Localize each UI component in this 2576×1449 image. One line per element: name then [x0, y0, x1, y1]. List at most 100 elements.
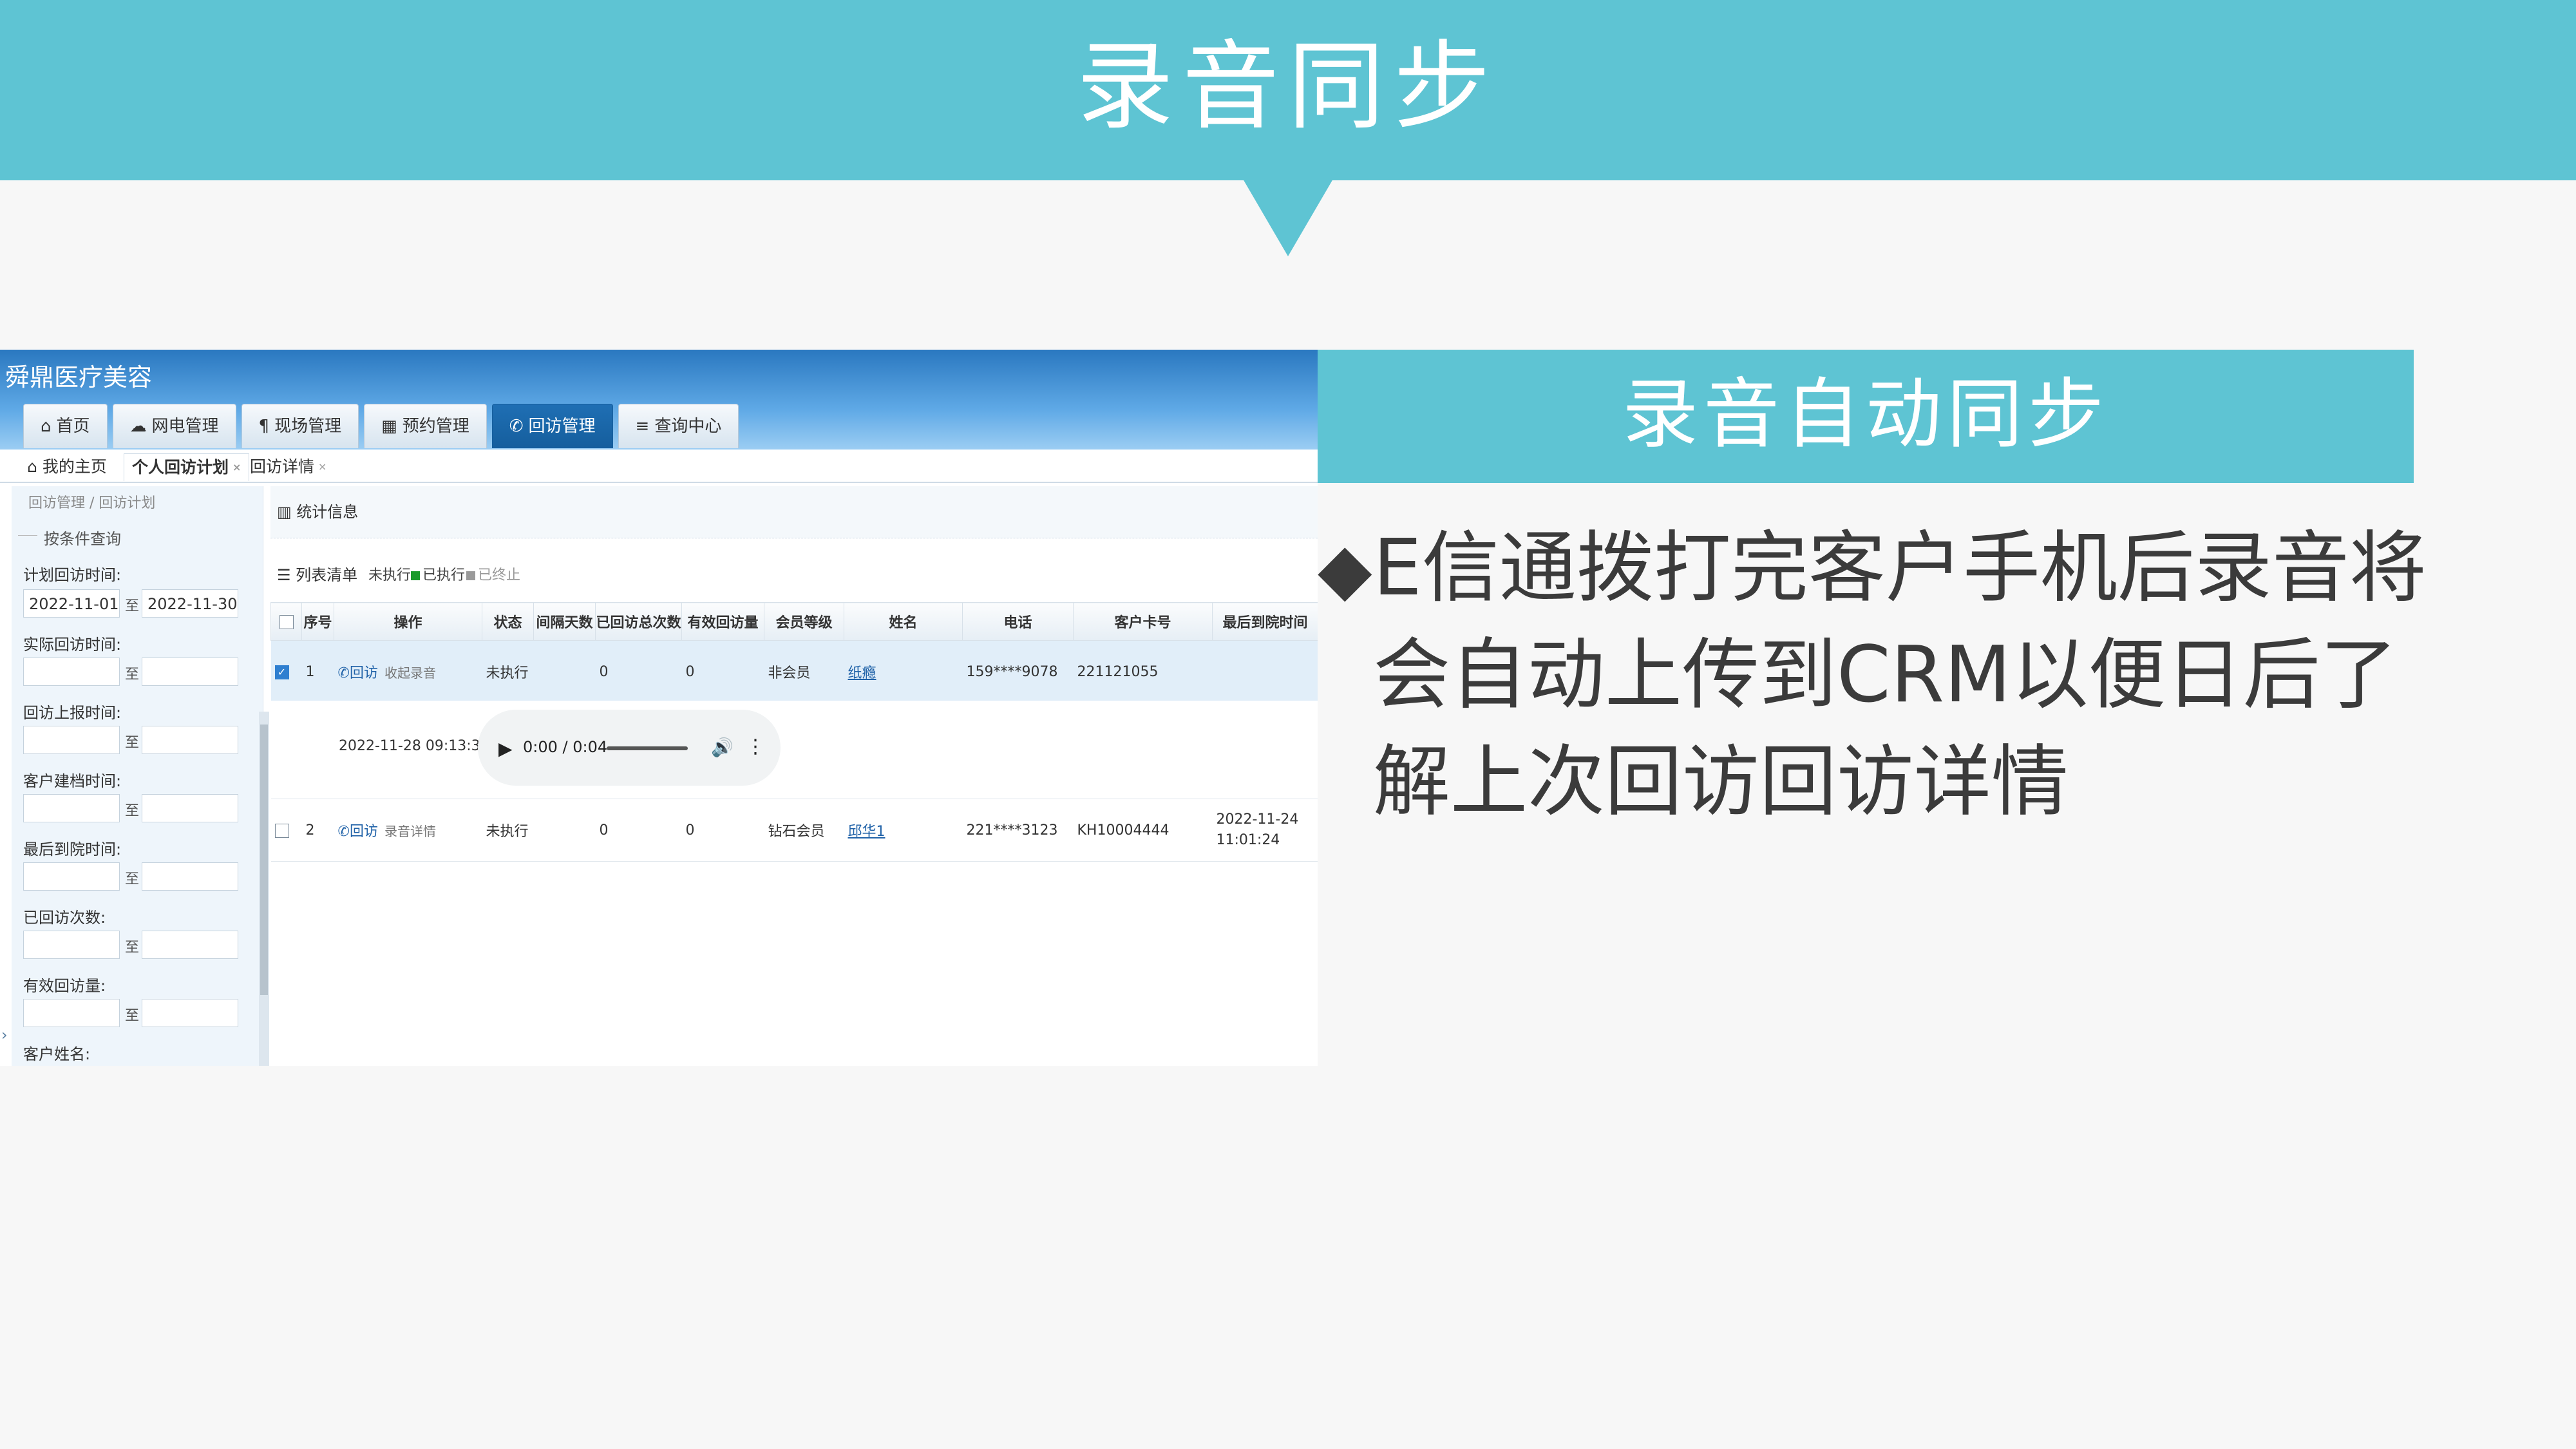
- nav-tab-query[interactable]: ≡ 查询中心: [618, 404, 739, 448]
- legend-swatch: [466, 571, 475, 580]
- cell-no: 2: [301, 799, 334, 862]
- filter-legend: 按条件查询: [44, 530, 121, 548]
- action-label: 回访: [349, 824, 378, 840]
- stats-text: 统计信息: [296, 503, 359, 521]
- filter-panel: 回访管理 / 回访计划 按条件查询 计划回访时间: 2022-11-01 至 2…: [12, 486, 269, 1066]
- recording-detail-link[interactable]: 录音详情: [384, 824, 436, 839]
- legend-label: 未执行: [368, 567, 412, 583]
- cell-last-visit: [1212, 640, 1318, 703]
- followup-link[interactable]: ✆回访: [338, 665, 378, 681]
- to-label: 至: [125, 598, 140, 614]
- cell-card: 221121055: [1073, 640, 1213, 703]
- col-header[interactable]: 已回访总次数: [595, 602, 682, 641]
- to-label: 至: [125, 1008, 140, 1024]
- col-header[interactable]: 电话: [962, 602, 1074, 641]
- subtab-home[interactable]: ⌂ 我的主页: [19, 453, 115, 480]
- grid-icon: ▦: [381, 417, 397, 436]
- create-date-from[interactable]: [23, 794, 120, 822]
- nav-tab-label: 回访管理: [528, 417, 596, 436]
- valid-count-from[interactable]: [23, 999, 120, 1027]
- valid-count-to[interactable]: [142, 999, 238, 1027]
- recording-time: 2022-11-28 09:13:39: [339, 738, 489, 754]
- col-header[interactable]: 序号: [301, 602, 334, 641]
- stats-label[interactable]: ▥ 统计信息: [277, 499, 358, 522]
- col-header[interactable]: 客户卡号: [1073, 602, 1213, 641]
- nav-tab-followup[interactable]: ✆ 回访管理: [491, 404, 613, 448]
- cell-no: 1: [301, 640, 334, 703]
- stats-bar: ▥ 统计信息: [270, 486, 1318, 538]
- table-row[interactable]: 2 ✆回访 录音详情 未执行 0 0 钻石会员 邱华1 221****3123 K…: [270, 799, 1318, 862]
- field-label: 实际回访时间:: [23, 636, 122, 654]
- last-visit-from[interactable]: [23, 862, 120, 891]
- nav-tab-appointment[interactable]: ▦ 预约管理: [364, 404, 487, 448]
- close-icon[interactable]: ×: [318, 460, 327, 473]
- title-pointer: [1243, 179, 1333, 256]
- select-all-cell[interactable]: [270, 602, 302, 641]
- col-header[interactable]: 间隔天数: [533, 602, 596, 641]
- legend-swatch: [411, 571, 420, 580]
- scrollbar[interactable]: [259, 712, 269, 1066]
- nav-tab-label: 现场管理: [274, 417, 342, 436]
- cell-name: 邱华1: [844, 799, 963, 862]
- actual-date-from[interactable]: [23, 658, 120, 686]
- app-header: 舜鼎医疗美容 ⌂ 首页 ☁ 网电管理 ¶ 现场管理 ▦ 预约管理 ✆ 回访管理 ≡ 查询中心: [0, 350, 1318, 450]
- subtitle: 录音自动同步: [1622, 370, 2109, 459]
- collapse-icon[interactable]: ›: [1, 1026, 8, 1044]
- report-date-from[interactable]: [23, 726, 120, 754]
- col-header[interactable]: 会员等级: [764, 602, 844, 641]
- audio-player[interactable]: ▶ 0:00 / 0:04 🔊 ⋮: [478, 710, 781, 786]
- recording-row: 2022-11-28 09:13:39 ▶ 0:00 / 0:04 🔊 ⋮: [270, 701, 1318, 796]
- create-date-to[interactable]: [142, 794, 238, 822]
- description: ◆ E信通拨打完客户手机后录音将 会自动上传到CRM以便日后了 解上次回访回访详…: [1318, 515, 2427, 836]
- customer-name-link[interactable]: 纸瘾: [848, 665, 876, 681]
- home-icon: ⌂: [41, 417, 52, 436]
- action-label: 回访: [349, 665, 378, 681]
- database-icon: ≡: [635, 417, 650, 436]
- table-row[interactable]: ✓ 1 ✆回访 收起录音 未执行 0 0 非会员 纸瘾 159****9078 2…: [270, 640, 1318, 703]
- col-header[interactable]: 状态: [482, 602, 534, 641]
- cell-action: ✆回访 收起录音: [334, 640, 482, 703]
- plan-date-to[interactable]: 2022-11-30: [142, 589, 238, 618]
- customer-name-link[interactable]: 邱华1: [848, 824, 886, 840]
- volume-icon[interactable]: 🔊: [711, 737, 734, 758]
- cell-phone: 221****3123: [962, 799, 1074, 862]
- row-select-cell[interactable]: ✓: [270, 640, 302, 703]
- row-select-cell[interactable]: [270, 799, 302, 862]
- pilcrow-icon: ¶: [258, 417, 270, 436]
- nav-tab-onsite[interactable]: ¶ 现场管理: [241, 404, 359, 448]
- actual-date-to[interactable]: [142, 658, 238, 686]
- nav-tab-home[interactable]: ⌂ 首页: [23, 404, 108, 448]
- col-header[interactable]: 操作: [334, 602, 482, 641]
- nav-tab-online[interactable]: ☁ 网电管理: [112, 404, 236, 448]
- col-header[interactable]: 有效回访量: [681, 602, 764, 641]
- main-content: ▥ 统计信息 ☰ 列表清单 未执行 已执行 已终止 序号 操作 状态 间隔天数: [270, 486, 1318, 1066]
- subtab-label: 个人回访计划: [132, 458, 229, 477]
- close-icon[interactable]: ×: [232, 461, 241, 473]
- play-icon[interactable]: ▶: [498, 738, 513, 759]
- report-date-to[interactable]: [142, 726, 238, 754]
- nav-tab-label: 网电管理: [151, 417, 219, 436]
- last-visit-to[interactable]: [142, 862, 238, 891]
- description-line: E信通拨打完客户手机后录音将: [1373, 524, 2427, 613]
- collapse-recording-link[interactable]: 收起录音: [384, 665, 436, 681]
- legend-pending: 未执行: [368, 564, 411, 584]
- row-checkbox[interactable]: ✓: [274, 665, 289, 679]
- col-header[interactable]: 姓名: [844, 602, 963, 641]
- followup-link[interactable]: ✆回访: [338, 824, 378, 840]
- plan-date-from[interactable]: 2022-11-01: [23, 589, 120, 618]
- col-header[interactable]: 最后到院时间: [1212, 602, 1318, 641]
- cell-total: 0: [595, 799, 682, 862]
- visit-count-from[interactable]: [23, 931, 120, 959]
- more-options-icon[interactable]: ⋮: [746, 735, 765, 758]
- select-all-checkbox[interactable]: [279, 614, 294, 629]
- audio-progress-track[interactable]: [607, 746, 688, 750]
- cell-interval: [533, 640, 596, 703]
- visit-count-to[interactable]: [142, 931, 238, 959]
- phone-icon: ✆: [337, 665, 350, 681]
- field-label: 客户建档时间:: [23, 772, 122, 790]
- cell-status: 未执行: [482, 799, 534, 862]
- subtab-detail[interactable]: 回访详情 ×: [242, 453, 334, 480]
- row-checkbox[interactable]: [274, 823, 289, 838]
- subtab-plan[interactable]: 个人回访计划 ×: [124, 453, 250, 481]
- scrollbar-thumb[interactable]: [260, 724, 268, 995]
